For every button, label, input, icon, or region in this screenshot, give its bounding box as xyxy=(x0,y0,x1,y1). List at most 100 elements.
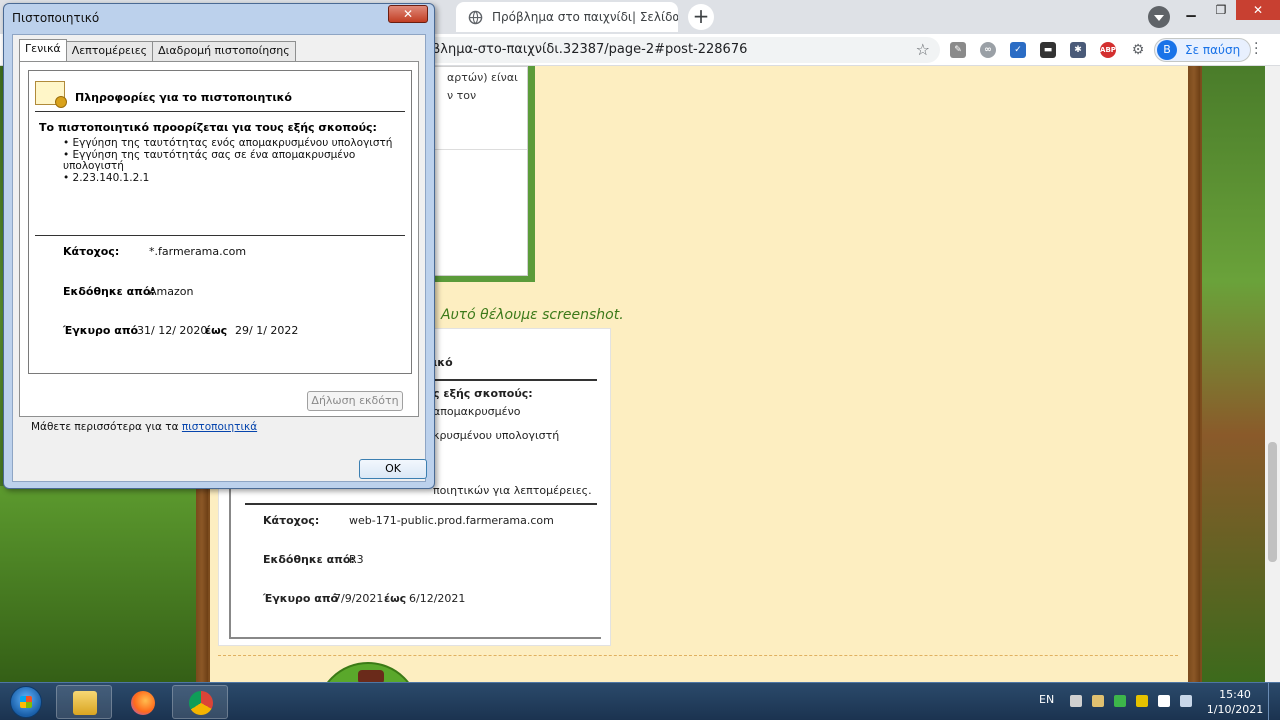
dialog-tabs: Γενικά Λεπτομέρειες Διαδρομή πιστοποίηση… xyxy=(19,39,296,61)
screenshot-holder-label: Κάτοχος: xyxy=(263,514,320,527)
tab-search-button[interactable] xyxy=(1148,6,1170,28)
post-image-card: αρτών) είναι ν τον xyxy=(420,66,528,276)
tray-tools-icon[interactable] xyxy=(1092,695,1104,707)
url-text[interactable]: βλημα-στο-παιχνίδι.32387/page-2#post-228… xyxy=(432,42,747,57)
screenshot-valid-from: 7/9/2021 xyxy=(334,592,384,605)
system-clock[interactable]: 15:40 1/10/2021 xyxy=(1206,687,1264,717)
screenshot-purposes-title: ς εξής σκοπούς: xyxy=(433,387,533,400)
tray-network-app-icon[interactable] xyxy=(1070,695,1082,707)
post-separator xyxy=(218,655,1178,656)
tab-certification-path[interactable]: Διαδρομή πιστοποίησης xyxy=(152,41,296,61)
info-heading: Πληροφορίες για το πιστοποιητικό xyxy=(75,91,292,104)
info-divider-2 xyxy=(35,235,405,236)
profile-status: Σε παύση xyxy=(1185,43,1241,57)
certificate-dialog: Πιστοποιητικό ✕ Γενικά Λεπτομέρειες Διαδ… xyxy=(3,3,435,489)
valid-from-label: Έγκυρο από xyxy=(63,324,139,337)
dialog-title: Πιστοποιητικό xyxy=(12,11,100,25)
holder-value: *.farmerama.com xyxy=(149,245,247,258)
new-tab-button[interactable]: + xyxy=(688,4,714,30)
adblock-plus-icon[interactable]: ABP xyxy=(1100,42,1116,58)
language-indicator[interactable]: EN xyxy=(1039,693,1054,706)
certificate-icon xyxy=(35,81,67,108)
window-controls: ▁ ❐ ✕ xyxy=(1176,0,1280,20)
puzzle-square-extension-icon[interactable]: ✱ xyxy=(1070,42,1086,58)
show-desktop-button[interactable] xyxy=(1268,683,1280,720)
screenshot-issuer: R3 xyxy=(349,553,364,566)
tray-flag-icon[interactable] xyxy=(1158,695,1170,707)
learn-more-label: Μάθετε περισσότερα για τα xyxy=(31,421,179,433)
tab-general[interactable]: Γενικά xyxy=(19,39,67,61)
post-image-text-1: αρτών) είναι xyxy=(447,71,518,84)
profile-button[interactable]: B Σε παύση xyxy=(1154,38,1252,62)
certificate-info-box: Πληροφορίες για το πιστοποιητικό Το πιστ… xyxy=(28,70,412,374)
pdf-extension-icon[interactable]: ✎ xyxy=(950,42,966,58)
profile-avatar: B xyxy=(1157,40,1177,60)
post-image-text-2: ν τον xyxy=(447,89,477,102)
screenshot-purpose-1: απομακρυσμένο xyxy=(433,405,521,418)
purpose-3: • 2.23.140.1.2.1 xyxy=(63,172,150,184)
learn-more-link[interactable]: πιστοποιητικά xyxy=(182,421,257,433)
screenshot-heading: ικό xyxy=(433,356,453,369)
tray-green-app-icon[interactable] xyxy=(1114,695,1126,707)
purpose-1: • Εγγύηση της ταυτότητας ενός απομακρυσμ… xyxy=(63,137,393,149)
clock-date: 1/10/2021 xyxy=(1206,703,1264,716)
close-window-button[interactable]: ✕ xyxy=(1236,0,1280,20)
tray-volume-icon[interactable] xyxy=(1180,695,1192,707)
wood-border-right xyxy=(1188,66,1202,682)
purpose-2-cont: υπολογιστή xyxy=(63,160,124,172)
mask-extension-icon[interactable]: ▬ xyxy=(1040,42,1056,58)
firefox-icon xyxy=(131,691,155,715)
browser-menu-icon[interactable]: · · · xyxy=(1254,37,1260,61)
chrome-icon xyxy=(189,691,213,715)
folder-icon xyxy=(73,691,97,715)
post-caption: Αυτό θέλουμε screenshot. xyxy=(441,307,624,323)
screenshot-valid-from-label: Έγκυρο από xyxy=(263,592,339,605)
post-image-divider xyxy=(421,149,527,150)
taskbar-chrome[interactable] xyxy=(172,685,228,719)
start-button[interactable] xyxy=(2,683,52,720)
dialog-body: Γενικά Λεπτομέρειες Διαδρομή πιστοποίηση… xyxy=(12,34,427,482)
taskbar-explorer[interactable] xyxy=(56,685,112,719)
screenshot-divider-2 xyxy=(245,503,597,505)
page-scrollbar[interactable] xyxy=(1265,66,1280,682)
issuer-statement-button[interactable]: Δήλωση εκδότη xyxy=(307,391,403,411)
shield-extension-icon[interactable]: ✓ xyxy=(1010,42,1026,58)
screenshot-purpose-2: κρυσμένου υπολογιστή xyxy=(433,429,560,442)
screenshot-to-label: έως xyxy=(384,592,407,605)
learn-more-text: Μάθετε περισσότερα για τα πιστοποιητικά xyxy=(31,421,257,433)
ok-button[interactable]: OK xyxy=(359,459,427,479)
globe-icon xyxy=(468,10,483,25)
screenshot-note: ποιητικών για λεπτομέρειες. xyxy=(433,484,592,497)
address-bar[interactable]: βλημα-στο-παιχνίδι.32387/page-2#post-228… xyxy=(420,37,940,63)
game-scene-left xyxy=(0,486,210,682)
purposes-title: Το πιστοποιητικό προορίζεται για τους εξ… xyxy=(39,121,377,134)
tray-shield-icon[interactable] xyxy=(1136,695,1148,707)
dialog-titlebar[interactable]: Πιστοποιητικό ✕ xyxy=(4,4,434,32)
dialog-close-button[interactable]: ✕ xyxy=(388,5,428,23)
issuer-label: Εκδόθηκε από: xyxy=(63,285,155,298)
minimize-button[interactable]: ▁ xyxy=(1176,0,1206,20)
maximize-button[interactable]: ❐ xyxy=(1206,0,1236,20)
valid-to-label: έως xyxy=(205,324,228,337)
tab-details[interactable]: Λεπτομέρειες xyxy=(65,41,154,61)
tab-title: Πρόβλημα στο παιχνίδι| Σελίδα 2 xyxy=(492,10,678,24)
holder-label: Κάτοχος: xyxy=(63,245,120,258)
clock-time: 15:40 xyxy=(1219,688,1251,701)
screenshot-valid-to: 6/12/2021 xyxy=(409,592,466,605)
bookmark-star-icon[interactable]: ☆ xyxy=(916,40,930,59)
windows-taskbar: EN 15:40 1/10/2021 xyxy=(0,682,1280,720)
info-divider-1 xyxy=(35,111,405,112)
scrollbar-thumb[interactable] xyxy=(1268,442,1277,562)
windows-logo-icon xyxy=(10,686,42,718)
valid-from-value: 31/ 12/ 2020 xyxy=(137,324,208,337)
general-tab-pane: Πληροφορίες για το πιστοποιητικό Το πιστ… xyxy=(19,61,419,417)
screenshot-holder: web-171-public.prod.farmerama.com xyxy=(349,514,554,527)
game-scene-right xyxy=(1202,66,1265,682)
tab-active[interactable]: Πρόβλημα στο παιχνίδι| Σελίδα 2 xyxy=(456,2,678,32)
link-extension-icon[interactable]: ∞ xyxy=(980,42,996,58)
taskbar-firefox[interactable] xyxy=(114,685,170,719)
screenshot-issuer-label: Εκδόθηκε από: xyxy=(263,553,355,566)
valid-to-value: 29/ 1/ 2022 xyxy=(235,324,299,337)
extensions-puzzle-icon[interactable]: ⚙ xyxy=(1130,42,1146,58)
issuer-value: Amazon xyxy=(149,285,194,298)
